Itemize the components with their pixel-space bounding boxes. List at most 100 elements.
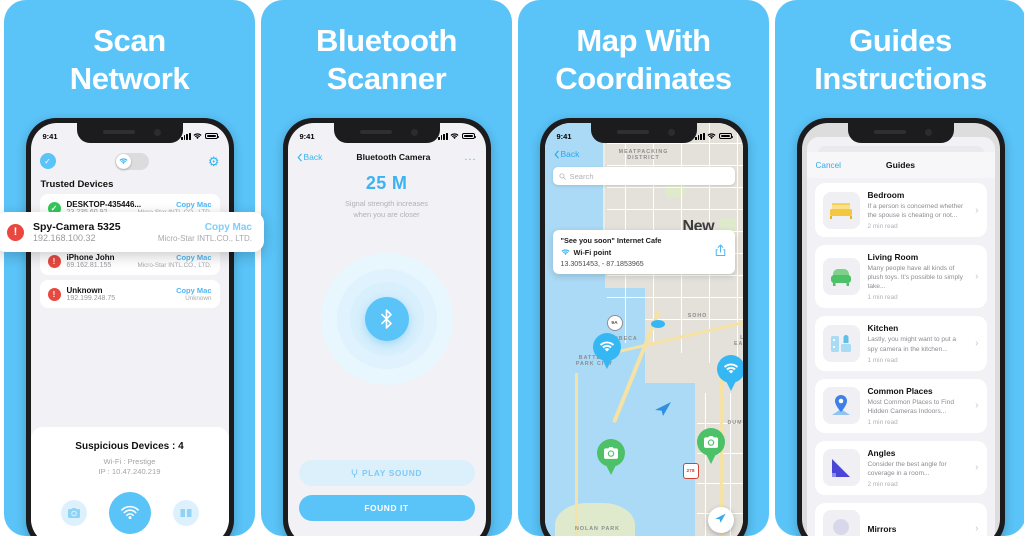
cancel-button[interactable]: Cancel (816, 161, 842, 170)
list-item[interactable]: Mirrors › (814, 503, 987, 536)
camera-pin-marker (596, 439, 625, 475)
guide-desc: Most Common Places to Find Hidden Camera… (867, 398, 954, 415)
radar-icon[interactable] (108, 492, 151, 534)
route-shield: 278 (682, 463, 699, 479)
copy-mac-button[interactable]: Copy Mac (176, 200, 211, 209)
panel-headline: Scan Network (69, 23, 190, 97)
scan-summary-footer: Suspicious Devices : 4 Wi-Fi : Prestige … (30, 427, 229, 536)
list-item[interactable]: Bedroom If a person is concerned whether… (814, 183, 987, 238)
panel-guides-instructions: Guides Instructions Cancel Guides Bedroo… (775, 0, 1024, 536)
notch (590, 123, 697, 143)
distance-value: 25 M (365, 173, 408, 193)
alert-icon: ! (7, 223, 24, 241)
mirror-icon (822, 510, 860, 536)
guide-title: Bedroom (867, 190, 905, 200)
chevron-left-icon (553, 150, 559, 158)
search-input[interactable]: Search (552, 167, 735, 185)
alert-icon: ! (47, 254, 61, 268)
sheet-header: Cancel Guides (806, 152, 995, 178)
copy-mac-button[interactable]: Copy Mac (205, 222, 252, 233)
camera-icon[interactable] (60, 500, 87, 526)
back-button[interactable]: Back (296, 152, 322, 162)
guide-read-time: 1 min read (867, 356, 898, 364)
device-name: DESKTOP-435446... (66, 200, 142, 209)
guide-title: Kitchen (867, 323, 899, 334)
chevron-right-icon: › (975, 338, 979, 350)
guide-title: Living Room (867, 252, 919, 263)
list-item[interactable]: Kitchen Lastly, you might want to put a … (814, 316, 987, 371)
wifi-name: Wi-Fi : Prestige (103, 457, 156, 466)
phone-frame: Cancel Guides Bedroom If a person is con… (796, 118, 1005, 536)
panel-headline: Map With Coordinates (555, 23, 732, 97)
bluetooth-icon[interactable] (364, 297, 409, 341)
distance-hint-line-2: when you are closer (353, 210, 420, 220)
guides-list[interactable]: Bedroom If a person is concerned whether… (807, 183, 995, 536)
chevron-right-icon: › (975, 523, 979, 535)
back-button[interactable]: Back (553, 149, 579, 159)
chevron-right-icon: › (975, 400, 979, 412)
navigation-arrow-icon (714, 511, 727, 529)
guide-desc: Lastly, you might want to put a spy came… (867, 336, 957, 353)
wifi-pin-marker (716, 355, 743, 391)
triangle-icon (822, 449, 860, 487)
guide-read-time: 1 min read (867, 418, 898, 426)
map-label: MEATPACKING DISTRICT (618, 149, 669, 161)
battery-icon (204, 132, 220, 140)
phone-frame: 9:41 ✓ ⚙ Trusted Devices ✓ DESKTOP-43544… (25, 118, 234, 536)
device-name: Unknown (66, 286, 103, 295)
panel-scan-network: Scan Network 9:41 ✓ ⚙ Trusted Devices ✓ … (0, 0, 264, 536)
guide-desc: If a person is concerned whether the spo… (867, 203, 964, 220)
ip-address: IP : 10.47.240.219 (98, 467, 161, 476)
status-time: 9:41 (42, 131, 58, 141)
gear-icon[interactable]: ⚙ (208, 155, 220, 168)
wifi-icon (193, 132, 202, 139)
callout-title: "See you soon" Internet Cafe (560, 236, 662, 245)
guide-read-time: 2 min read (867, 481, 898, 489)
search-placeholder: Search (569, 171, 594, 181)
book-icon[interactable] (172, 500, 199, 526)
guide-title: Angles (867, 447, 896, 458)
device-ip: 69.162.81.155 (66, 262, 112, 269)
guide-read-time: 1 min read (867, 294, 898, 302)
alert-icon: ! (47, 287, 61, 301)
phone-frame: 9:41 Back Bluetooth Camera ... 25 M Sign… (282, 118, 491, 536)
notch (76, 123, 183, 143)
map-callout[interactable]: "See you soon" Internet Cafe Wi-Fi point… (552, 230, 735, 274)
route-shield: 9A (606, 315, 623, 331)
notch (333, 123, 440, 143)
kitchen-icon (822, 325, 860, 363)
guide-title: Mirrors (867, 523, 897, 534)
copy-mac-button[interactable]: Copy Mac (176, 253, 211, 262)
found-it-button[interactable]: FOUND IT (298, 495, 475, 521)
guides-sheet: Cancel Guides Bedroom If a person is con… (806, 137, 995, 536)
panel-headline: Bluetooth Scanner (315, 23, 458, 97)
check-icon[interactable]: ✓ (39, 153, 56, 169)
callout-subtitle: Wi-Fi point (561, 248, 727, 257)
copy-mac-button[interactable]: Copy Mac (176, 286, 211, 295)
guide-desc: Many people have all kinds of plush toys… (867, 265, 963, 291)
wifi-toggle[interactable] (114, 152, 149, 170)
play-sound-button[interactable]: PLAY SOUND (298, 460, 475, 486)
status-time: 9:41 (556, 131, 572, 141)
map-pin-icon (822, 387, 860, 425)
locate-me-button[interactable] (707, 507, 734, 533)
tuning-fork-icon (351, 468, 358, 478)
share-icon[interactable] (715, 244, 726, 260)
map-label: NOLAN PARK (575, 526, 620, 532)
list-item[interactable]: Common Places Most Common Places to Find… (814, 378, 987, 433)
table-row[interactable]: ! Unknown Copy Mac 192.199.248.75 Unknow… (39, 280, 220, 308)
panel-headline: Guides Instructions (814, 23, 987, 97)
panel-bluetooth-scanner: Bluetooth Scanner 9:41 Back Bluetooth Ca… (261, 0, 512, 536)
list-item[interactable]: Living Room Many people have all kinds o… (814, 245, 987, 309)
guide-title: Common Places (867, 385, 933, 396)
more-options-icon[interactable]: ... (464, 151, 476, 163)
list-item[interactable]: Angles Consider the best angle for cover… (814, 440, 987, 496)
cellular-icon (695, 132, 705, 140)
status-time: 9:41 (299, 131, 315, 141)
page-title: Guides (885, 160, 916, 170)
highlighted-device-card[interactable]: ! Spy-Camera 5325 Copy Mac 192.168.100.3… (0, 212, 264, 252)
device-ip: 192.199.248.75 (66, 295, 116, 302)
chevron-right-icon: › (975, 462, 979, 474)
map-label: SOHO (687, 313, 708, 319)
chevron-right-icon: › (975, 271, 979, 283)
